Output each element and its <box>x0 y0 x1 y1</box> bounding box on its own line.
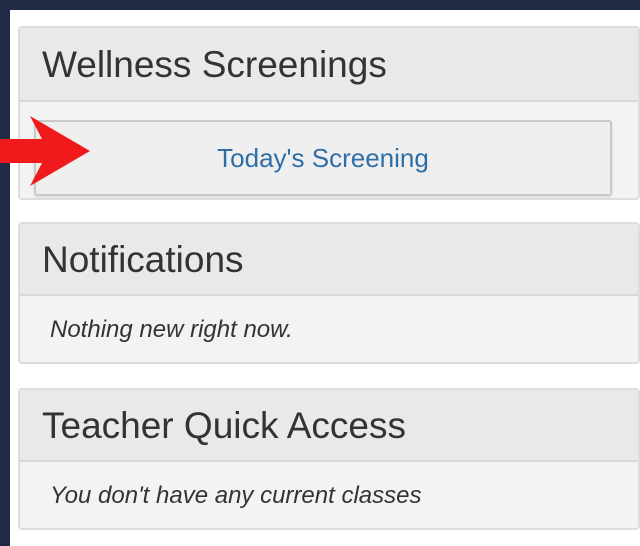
notifications-panel: Notifications Nothing new right now. <box>18 222 640 364</box>
teacher-quick-access-panel: Teacher Quick Access You don't have any … <box>18 388 640 530</box>
notifications-empty-message: Nothing new right now. <box>50 316 293 343</box>
app-frame: Wellness Screenings Today's Screening No… <box>10 10 640 546</box>
wellness-screenings-panel: Wellness Screenings Today's Screening <box>18 26 640 200</box>
teacher-quick-access-title: Teacher Quick Access <box>20 390 638 462</box>
teacher-quick-access-empty-message: You don't have any current classes <box>50 482 422 509</box>
todays-screening-button[interactable]: Today's Screening <box>34 120 612 196</box>
notifications-title: Notifications <box>20 224 638 296</box>
wellness-screenings-title: Wellness Screenings <box>20 28 638 102</box>
red-arrow-icon <box>0 116 90 186</box>
